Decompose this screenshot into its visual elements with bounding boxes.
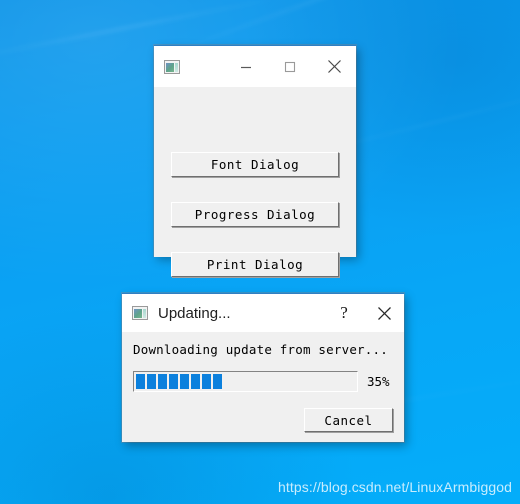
main-window-titlebar[interactable] — [154, 45, 356, 87]
progress-dialog-titlebar[interactable]: Updating... ? — [122, 293, 404, 332]
app-window-icon — [164, 59, 180, 74]
progress-chunk — [147, 374, 156, 389]
minimize-icon[interactable] — [224, 46, 268, 87]
progress-dialog-button[interactable]: Progress Dialog — [171, 202, 339, 227]
close-icon[interactable] — [312, 46, 356, 87]
print-dialog-button[interactable]: Print Dialog — [171, 252, 339, 277]
progress-status-text: Downloading update from server... — [133, 342, 388, 357]
progress-dialog-body: Downloading update from server... 35% Ca… — [122, 332, 404, 442]
progress-chunk — [136, 374, 145, 389]
close-icon[interactable] — [364, 294, 404, 332]
cancel-button[interactable]: Cancel — [304, 408, 393, 432]
progress-dialog: Updating... ? Downloading update from se… — [122, 293, 404, 442]
main-window-body: Font Dialog Progress Dialog Print Dialog — [154, 87, 356, 277]
help-icon[interactable]: ? — [324, 294, 364, 332]
progress-chunk — [202, 374, 211, 389]
progress-chunk — [191, 374, 200, 389]
progress-bar-fill — [136, 374, 222, 389]
progress-chunk — [158, 374, 167, 389]
progress-bar — [133, 371, 358, 392]
font-dialog-button[interactable]: Font Dialog — [171, 152, 339, 177]
main-window-caption-buttons — [224, 46, 356, 87]
main-window: Font Dialog Progress Dialog Print Dialog — [154, 45, 356, 277]
progress-dialog-caption-buttons: ? — [324, 294, 404, 332]
progress-percent-label: 35% — [367, 374, 390, 389]
progress-chunk — [180, 374, 189, 389]
progress-chunk — [169, 374, 178, 389]
maximize-icon[interactable] — [268, 46, 312, 87]
progress-chunk — [213, 374, 222, 389]
app-window-icon — [132, 306, 148, 320]
watermark-text: https://blog.csdn.net/LinuxArmbiggod — [278, 479, 512, 495]
progress-dialog-title: Updating... — [158, 304, 231, 322]
